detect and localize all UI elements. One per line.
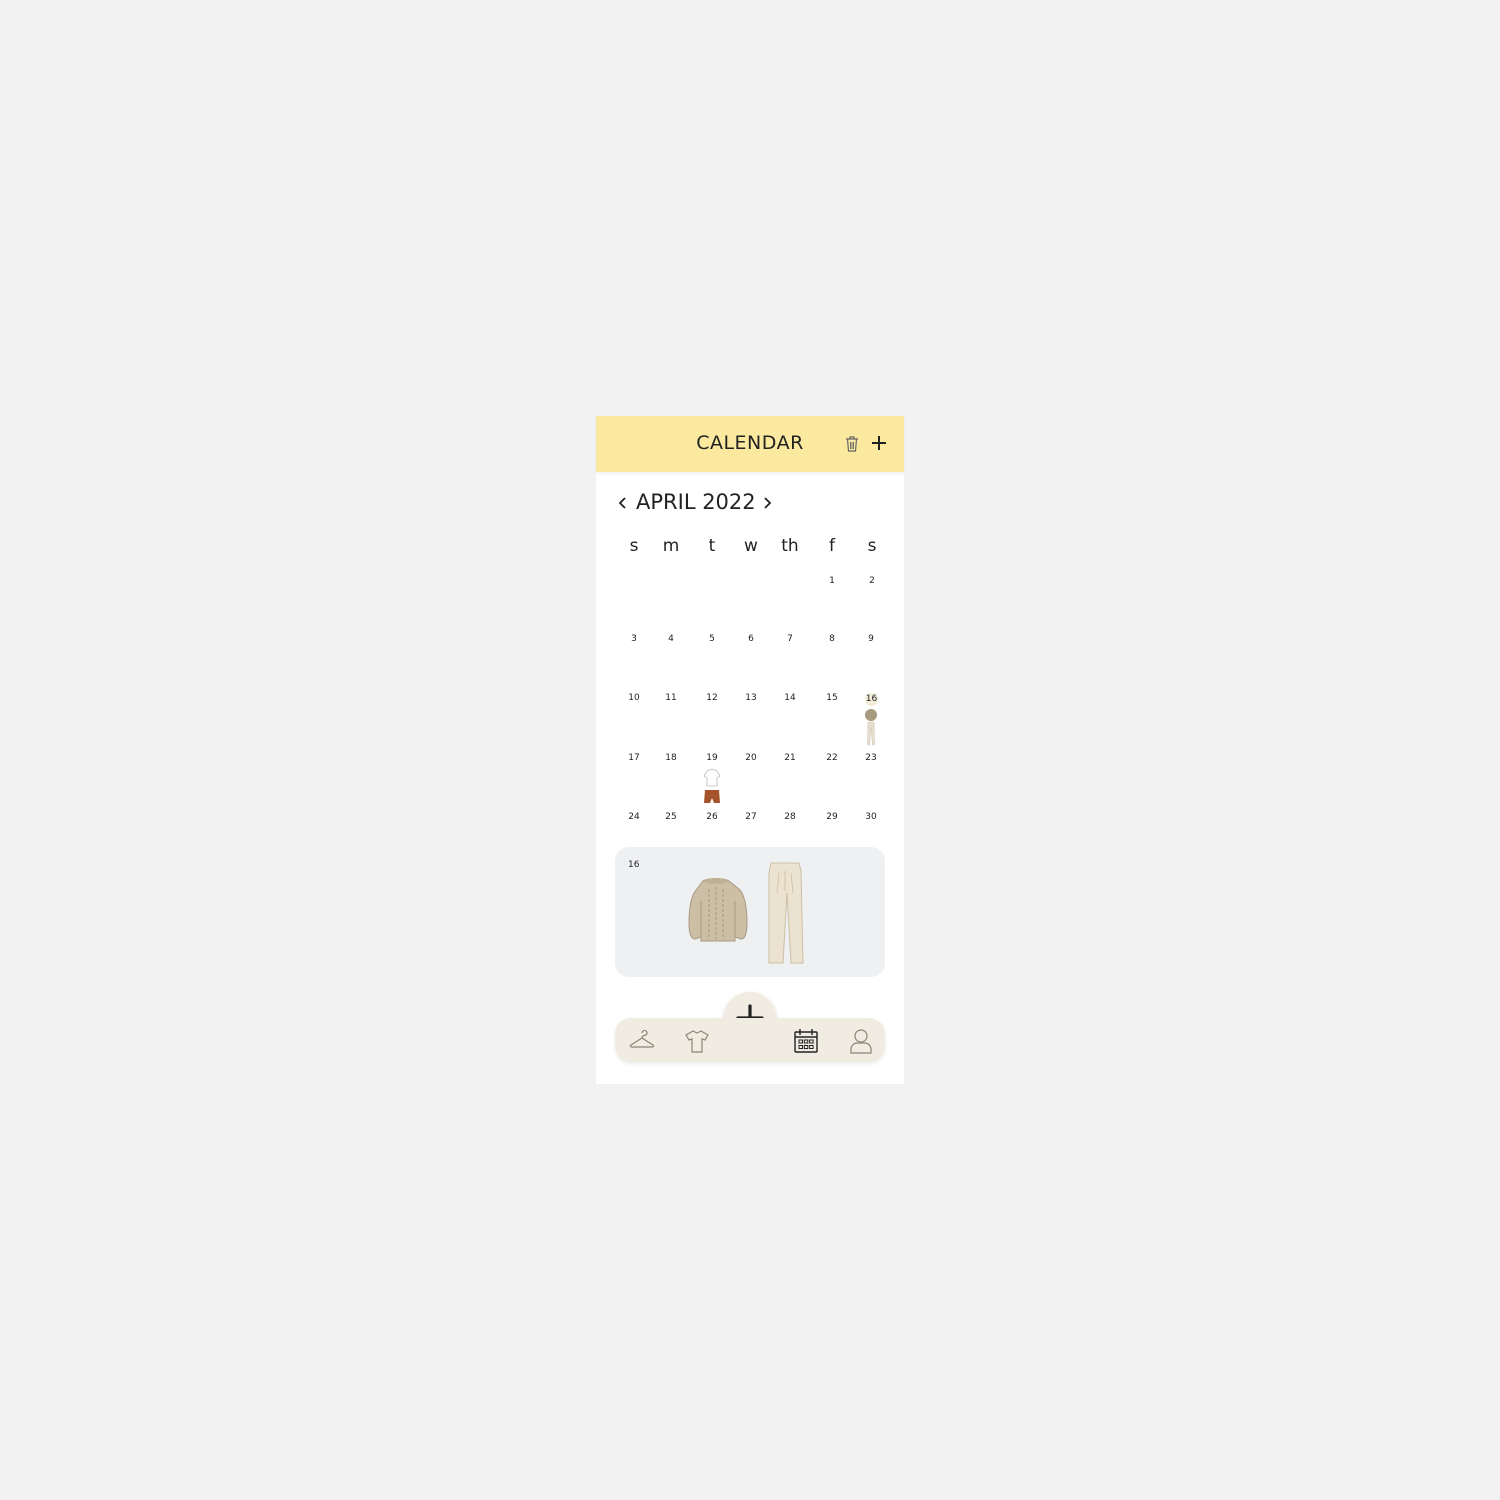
outfit-thumbnail[interactable] <box>864 707 878 747</box>
calendar-day[interactable]: 14 <box>778 693 802 703</box>
trousers-image[interactable] <box>765 861 805 965</box>
outfit-thumbnail[interactable] <box>702 768 722 808</box>
calendar-day[interactable]: 18 <box>659 753 683 763</box>
calendar-day-selected[interactable]: 16 <box>865 693 878 706</box>
calendar-day[interactable]: 5 <box>700 634 724 644</box>
calendar-day[interactable]: 26 <box>700 812 724 822</box>
calendar-day[interactable]: 10 <box>622 693 646 703</box>
day-number: 16 <box>628 860 640 870</box>
calendar-day[interactable]: 21 <box>778 753 802 763</box>
hanger-icon[interactable] <box>628 1027 656 1055</box>
calendar-day[interactable]: 19 <box>700 753 724 763</box>
calendar-day[interactable]: 27 <box>739 812 763 822</box>
day-outfit-card[interactable]: 16 <box>615 847 885 977</box>
calendar-day[interactable]: 15 <box>820 693 844 703</box>
app-screen: CALENDAR APRIL 2022 s m t w th f s 1 2 3… <box>596 416 904 1084</box>
calendar-day[interactable]: 20 <box>739 753 763 763</box>
user-icon[interactable] <box>847 1027 875 1055</box>
calendar-day[interactable]: 9 <box>859 634 883 644</box>
calendar-day[interactable]: 11 <box>659 693 683 703</box>
calendar-day[interactable]: 7 <box>778 634 802 644</box>
calendar-day[interactable]: 22 <box>820 753 844 763</box>
calendar-day[interactable]: 8 <box>820 634 844 644</box>
bottom-navigation <box>615 1018 885 1062</box>
calendar-day[interactable]: 3 <box>622 634 646 644</box>
calendar-day[interactable]: 30 <box>859 812 883 822</box>
calendar-day[interactable]: 17 <box>622 753 646 763</box>
sweater-image[interactable] <box>683 875 749 947</box>
calendar-day[interactable]: 12 <box>700 693 724 703</box>
calendar-day[interactable]: 29 <box>820 812 844 822</box>
calendar-day[interactable]: 24 <box>622 812 646 822</box>
calendar-day[interactable]: 4 <box>659 634 683 644</box>
calendar-day[interactable]: 23 <box>859 753 883 763</box>
calendar-grid: 1 2 3 4 5 6 7 8 9 10 11 12 13 14 15 16 1… <box>596 416 904 836</box>
calendar-day[interactable]: 1 <box>820 576 844 586</box>
calendar-day[interactable]: 28 <box>778 812 802 822</box>
tshirt-icon[interactable] <box>683 1027 711 1055</box>
calendar-day[interactable]: 2 <box>860 576 884 586</box>
calendar-day[interactable]: 13 <box>739 693 763 703</box>
calendar-day[interactable]: 25 <box>659 812 683 822</box>
calendar-icon[interactable] <box>792 1027 820 1055</box>
calendar-day[interactable]: 6 <box>739 634 763 644</box>
